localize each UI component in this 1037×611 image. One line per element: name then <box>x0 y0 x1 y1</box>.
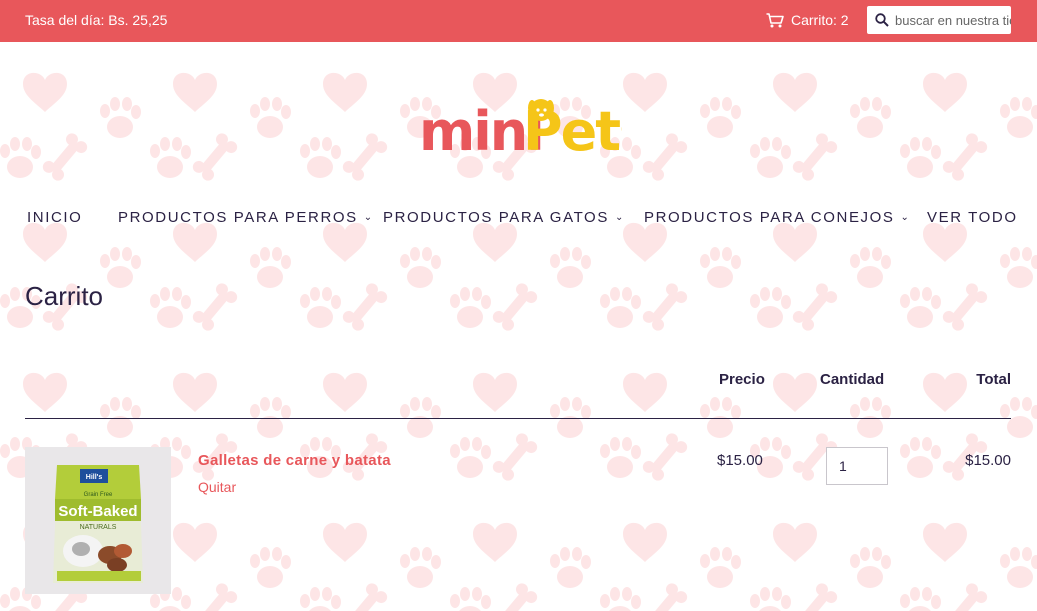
main-nav: INICIO PRODUCTOS PARA PERROS ⌄ PRODUCTOS … <box>0 208 1037 230</box>
cart-link[interactable]: Carrito: 2 <box>766 11 849 29</box>
product-image-line2: NATURALS <box>80 524 117 531</box>
nav-item-gatos[interactable]: PRODUCTOS PARA GATOS ⌄ <box>383 208 623 228</box>
remove-item-button[interactable]: Quitar <box>198 478 236 496</box>
nav-item-label: PRODUCTOS PARA PERROS <box>118 209 358 226</box>
nav-item-inicio[interactable]: INICIO <box>27 208 82 228</box>
cart-icon <box>766 12 784 27</box>
column-header-price: Precio <box>719 371 765 388</box>
column-header-total: Total <box>976 371 1011 388</box>
column-header-quantity: Cantidad <box>820 371 885 388</box>
product-image-sub: Grain Free <box>84 492 113 498</box>
product-name-link[interactable]: Galletas de carne y batata <box>198 451 391 471</box>
chevron-down-icon: ⌄ <box>614 212 624 223</box>
product-image-brand: Hill's <box>86 474 103 481</box>
search-input[interactable] <box>892 7 1011 33</box>
nav-item-label: PRODUCTOS PARA CONEJOS <box>644 209 895 226</box>
site-logo[interactable]: mini Pets <box>417 84 651 163</box>
item-price: $15.00 <box>717 452 763 469</box>
page-title: Carrito <box>25 281 104 311</box>
nav-item-label: PRODUCTOS PARA GATOS <box>383 209 609 226</box>
nav-item-ver-todo[interactable]: VER TODO <box>927 208 1018 228</box>
nav-item-label: VER TODO <box>927 209 1018 226</box>
item-total: $15.00 <box>965 452 1011 469</box>
nav-item-conejos[interactable]: PRODUCTOS PARA CONEJOS ⌄ <box>644 208 909 228</box>
quantity-input[interactable] <box>826 447 888 485</box>
nav-item-perros[interactable]: PRODUCTOS PARA PERROS ⌄ <box>118 208 372 228</box>
product-image[interactable]: Hill's Grain Free Soft-Baked NATURALS <box>25 447 171 594</box>
chevron-down-icon: ⌄ <box>363 212 373 223</box>
cart-count: Carrito: 2 <box>791 12 849 28</box>
nav-item-label: INICIO <box>27 209 83 226</box>
chevron-down-icon: ⌄ <box>900 212 909 223</box>
header-divider <box>25 418 1011 419</box>
product-image-line1: Soft-Baked <box>58 503 137 520</box>
search-icon[interactable] <box>871 6 892 34</box>
exchange-rate: Tasa del día: Bs. 25,25 <box>25 12 168 28</box>
search-box <box>867 6 1011 34</box>
top-bar: Tasa del día: Bs. 25,25 Carrito: 2 <box>0 0 1037 42</box>
